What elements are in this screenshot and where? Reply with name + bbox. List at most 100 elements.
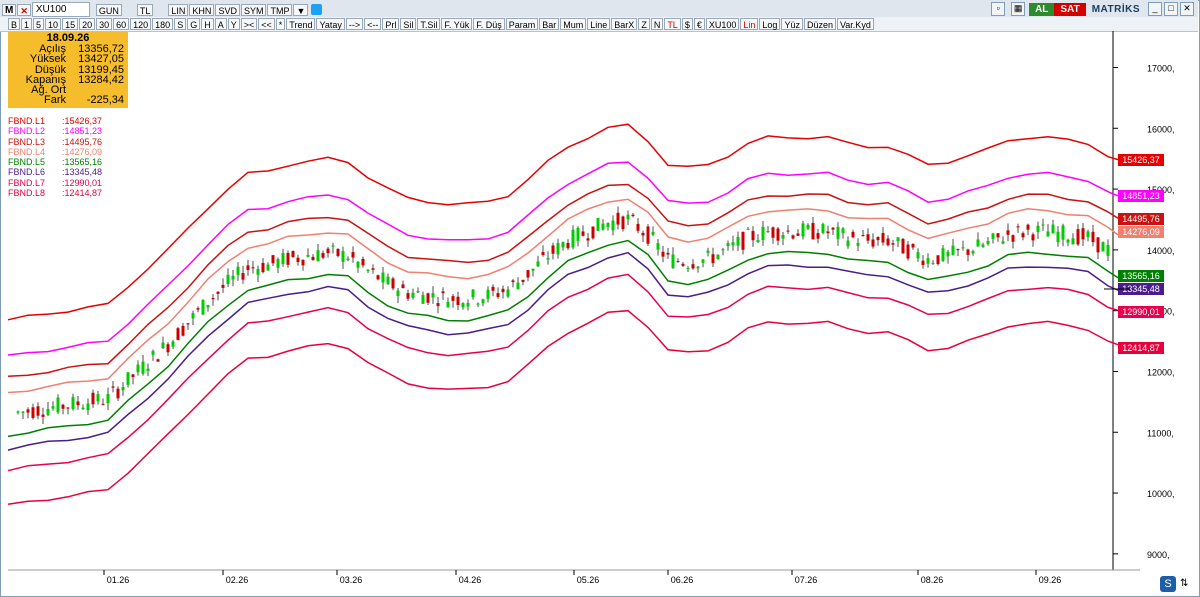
candle-body <box>531 268 535 271</box>
candle-body <box>566 242 570 249</box>
candle-body <box>296 257 300 263</box>
y-tick-label: 14000, <box>1147 246 1175 256</box>
candle-body <box>1031 234 1035 241</box>
candle-body <box>746 228 750 230</box>
legend-item: FBND.L3:14495,76 <box>8 137 102 147</box>
candle-body <box>216 291 220 294</box>
candle-body <box>541 252 545 256</box>
candle-body <box>1021 233 1025 238</box>
candle-body <box>941 248 945 261</box>
candle-body <box>441 291 445 294</box>
candle-body <box>1106 244 1110 256</box>
y-tick-label: 17000, <box>1147 63 1175 73</box>
candle-body <box>286 252 290 265</box>
legend-value: :14495,76 <box>62 136 103 147</box>
legend-value: :13565,16 <box>62 157 103 168</box>
candle-body <box>831 227 835 230</box>
price-chart[interactable]: 17000,16000,15000,14000,13000,12000,1100… <box>0 0 1200 597</box>
legend-value: :12414,87 <box>62 188 103 199</box>
candle-body <box>886 238 890 246</box>
x-tick-label: 09.26 <box>1039 575 1062 585</box>
candle-body <box>486 289 490 299</box>
candle-body <box>261 262 265 273</box>
candle-body <box>46 408 50 415</box>
info-value: 13284,42 <box>78 73 124 86</box>
legend-name: FBND.L2 <box>8 126 46 137</box>
candle-body <box>336 248 340 257</box>
candle-body <box>236 266 240 275</box>
candle-body <box>631 214 635 217</box>
candle-body <box>1076 229 1080 245</box>
info-label: Fark <box>44 94 66 107</box>
candle-body <box>141 361 145 374</box>
candle-body <box>371 268 375 270</box>
candle-body <box>71 397 75 409</box>
candle-body <box>116 388 120 399</box>
legend-item: FBND.L6:13345,48 <box>8 167 102 177</box>
candle-body <box>661 251 665 257</box>
x-tick-label: 06.26 <box>671 575 694 585</box>
candle-body <box>251 267 255 269</box>
candle-body <box>1081 228 1085 240</box>
candle-body <box>276 259 280 268</box>
legend-name: FBND.L1 <box>8 116 46 126</box>
candle-body <box>916 252 920 259</box>
candle-body <box>1066 239 1070 243</box>
candle-body <box>806 224 810 229</box>
candle-body <box>986 240 990 245</box>
band-line-l4 <box>7 198 1119 394</box>
candle-body <box>796 233 800 236</box>
candle-body <box>581 231 585 236</box>
candle-body <box>376 275 380 280</box>
candle-body <box>151 351 155 355</box>
candle-body <box>31 407 35 418</box>
candle-body <box>556 242 560 255</box>
candle-body <box>426 293 430 303</box>
candle-body <box>66 407 70 409</box>
candle-body <box>126 372 130 385</box>
candle-body <box>226 274 230 285</box>
candle-body <box>836 226 840 239</box>
y-tick-label: 9000, <box>1147 550 1170 560</box>
candle-body <box>186 323 190 325</box>
band-line-l5 <box>7 239 1119 438</box>
candle-body <box>81 407 85 410</box>
candle-body <box>51 406 55 409</box>
candle-body <box>696 266 700 269</box>
legend-item: FBND.L1:15426,37 <box>8 116 102 126</box>
candle-body <box>1026 224 1030 230</box>
candle-body <box>1071 238 1075 245</box>
candle-body <box>966 249 970 255</box>
candle-body <box>161 342 165 348</box>
candle-body <box>551 245 555 254</box>
candle-body <box>626 214 630 220</box>
candle-body <box>106 393 110 404</box>
candle-body <box>996 233 1000 238</box>
candle-body <box>1041 224 1045 226</box>
candle-body <box>691 264 695 269</box>
scroll-arrows-icon[interactable]: ⇅ <box>1180 578 1188 589</box>
candle-body <box>976 239 980 247</box>
candle-body <box>546 258 550 260</box>
candle-body <box>191 313 195 319</box>
candle-body <box>936 255 940 264</box>
candle-body <box>26 409 30 413</box>
candle-body <box>856 242 860 246</box>
candle-body <box>726 243 730 246</box>
candle-body <box>331 245 335 247</box>
value-label: 12414,87 <box>1122 343 1160 353</box>
candle-body <box>196 308 200 310</box>
x-tick-label: 02.26 <box>226 575 249 585</box>
candle-body <box>811 223 815 240</box>
candle-body <box>791 235 795 239</box>
candle-body <box>86 403 90 411</box>
candle-body <box>266 264 270 271</box>
value-label: 14276,09 <box>1122 227 1160 237</box>
candle-body <box>776 228 780 241</box>
legend-name: FBND.L5 <box>8 157 46 168</box>
candle-body <box>576 228 580 241</box>
candle-body <box>701 259 705 263</box>
candle-body <box>526 270 530 278</box>
legend-name: FBND.L4 <box>8 146 46 157</box>
candle-body <box>121 387 125 391</box>
